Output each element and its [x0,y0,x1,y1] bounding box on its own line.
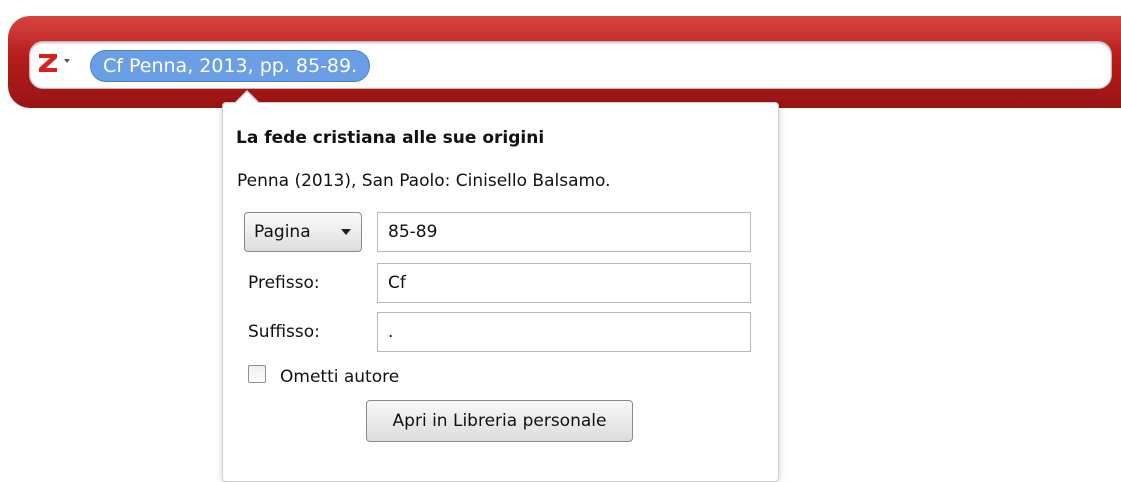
prefix-input[interactable]: Cf [377,263,751,303]
open-in-library-button[interactable]: Apri in Libreria personale [366,400,633,442]
omit-author-checkbox[interactable] [248,365,266,383]
locator-input[interactable]: 85-89 [377,212,751,252]
citation-bubble[interactable]: Cf Penna, 2013, pp. 85-89. [90,50,371,82]
chevron-down-icon[interactable] [64,59,70,63]
suffix-input[interactable]: . [377,312,751,352]
zotero-logo-icon[interactable] [37,52,59,74]
item-title: La fede cristiana alle sue origini [236,128,545,148]
prefix-label: Prefisso: [248,273,320,293]
omit-author-label[interactable]: Ometti autore [280,367,399,387]
locator-type-value: Pagina [254,222,311,242]
locator-type-select[interactable]: Pagina [244,212,362,252]
popup-pointer-fill [235,92,259,104]
item-info: Penna (2013), San Paolo: Cinisello Balsa… [237,171,611,191]
suffix-label: Suffisso: [248,322,320,342]
dropdown-arrow-icon [341,229,351,235]
